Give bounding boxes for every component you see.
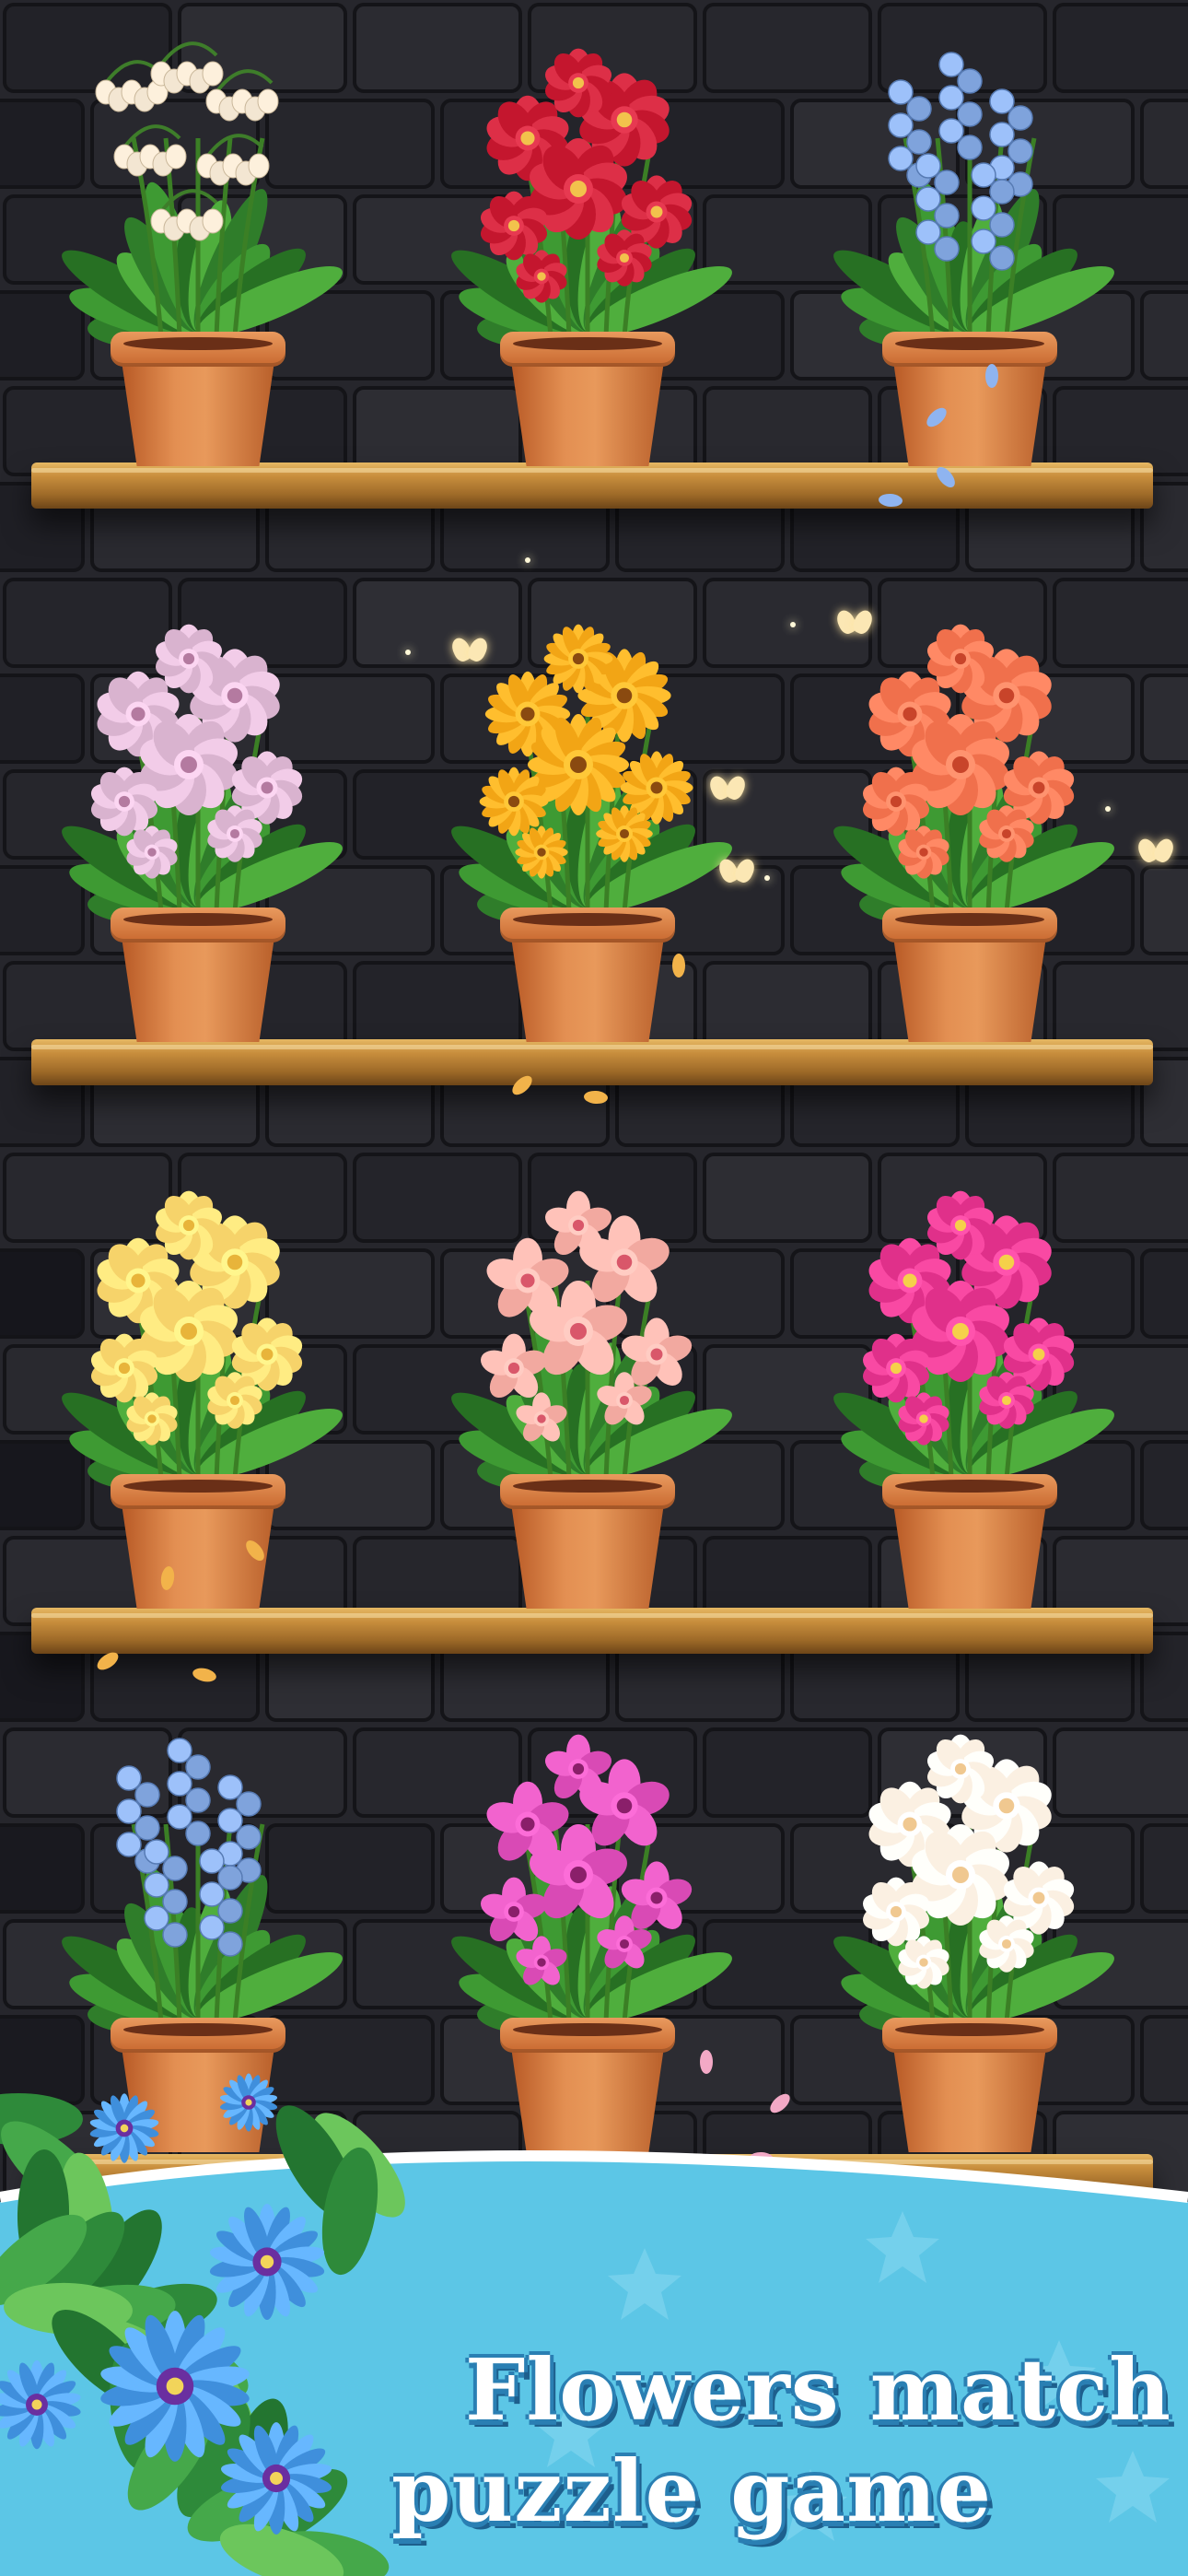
game-screen: Flowers match puzzle game (0, 0, 1188, 2576)
title-line-2: puzzle game (391, 2441, 993, 2541)
title-banner (0, 2073, 1188, 2576)
title-line-1: Flowers match (465, 2340, 1172, 2440)
